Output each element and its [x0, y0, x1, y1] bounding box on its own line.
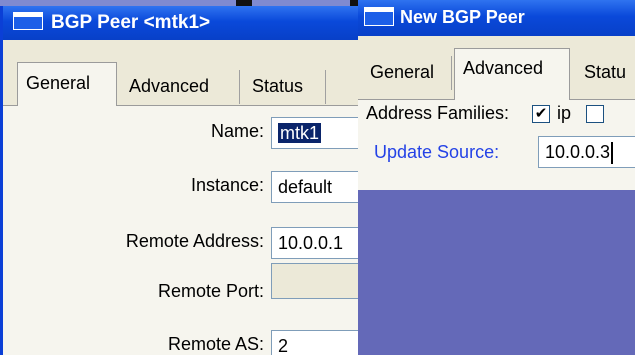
instance-value: default [278, 177, 333, 197]
update-source-value: 10.0.0.3 [545, 142, 611, 162]
tab-strip: General Advanced Status [3, 40, 358, 106]
instance-label: Instance: [190, 175, 264, 195]
remote-port-label: Remote Port: [157, 281, 264, 301]
tab-general[interactable]: General [17, 62, 117, 106]
window-titlebar[interactable]: New BGP Peer [358, 0, 635, 36]
remote-as-value: 2 [278, 336, 289, 355]
name-input[interactable]: mtk1 [271, 117, 358, 149]
name-label: Name: [210, 121, 264, 141]
instance-select[interactable]: default [271, 171, 358, 203]
update-source-input[interactable]: 10.0.0.3 [538, 136, 635, 168]
remote-as-input[interactable]: 2 [271, 330, 358, 355]
tab-advanced[interactable]: Advanced [454, 48, 570, 100]
new-bgp-peer-window: New BGP Peer General Advanced Statu Addr… [358, 0, 635, 355]
bgp-peer-window: BGP Peer <mtk1> General Advanced Status … [0, 6, 358, 355]
address-family-ip-checkbox[interactable]: ✔ [532, 105, 550, 123]
window-title: BGP Peer <mtk1> [51, 12, 211, 33]
tab-label: Statu [584, 62, 627, 82]
tab-status[interactable]: Status [248, 70, 326, 104]
window-icon [13, 11, 43, 30]
update-source-label: Update Source: [374, 142, 500, 162]
tab-label: General [370, 62, 435, 82]
general-panel: Name: mtk1 Instance: default Remote Addr… [3, 106, 358, 355]
address-family-second-checkbox[interactable] [586, 105, 604, 123]
remote-address-label: Remote Address: [125, 231, 264, 251]
remote-address-input[interactable]: 10.0.0.1 [271, 227, 358, 259]
check-icon: ✔ [534, 105, 548, 122]
address-families-label: Address Families: [366, 103, 510, 123]
window-icon [364, 6, 394, 26]
tab-label: Advanced [129, 76, 210, 96]
advanced-panel: Address Families: ✔ ip Update Source: 10… [358, 100, 635, 190]
tab-label: Advanced [463, 58, 544, 78]
tab-label: Status [252, 76, 304, 96]
window-lower-area [358, 190, 635, 355]
window-titlebar[interactable]: BGP Peer <mtk1> [3, 6, 358, 40]
tab-general[interactable]: General [368, 56, 452, 90]
tab-advanced[interactable]: Advanced [125, 70, 240, 104]
address-family-ip-label: ip [557, 103, 572, 123]
name-value: mtk1 [278, 123, 322, 143]
text-caret [611, 142, 614, 165]
window-title: New BGP Peer [400, 7, 525, 27]
tab-status[interactable]: Statu [576, 56, 635, 90]
remote-port-input[interactable] [271, 263, 358, 299]
tab-label: General [26, 73, 91, 93]
remote-address-value: 10.0.0.1 [278, 233, 344, 253]
remote-as-label: Remote AS: [167, 334, 264, 354]
tab-strip: General Advanced Statu [358, 36, 635, 100]
